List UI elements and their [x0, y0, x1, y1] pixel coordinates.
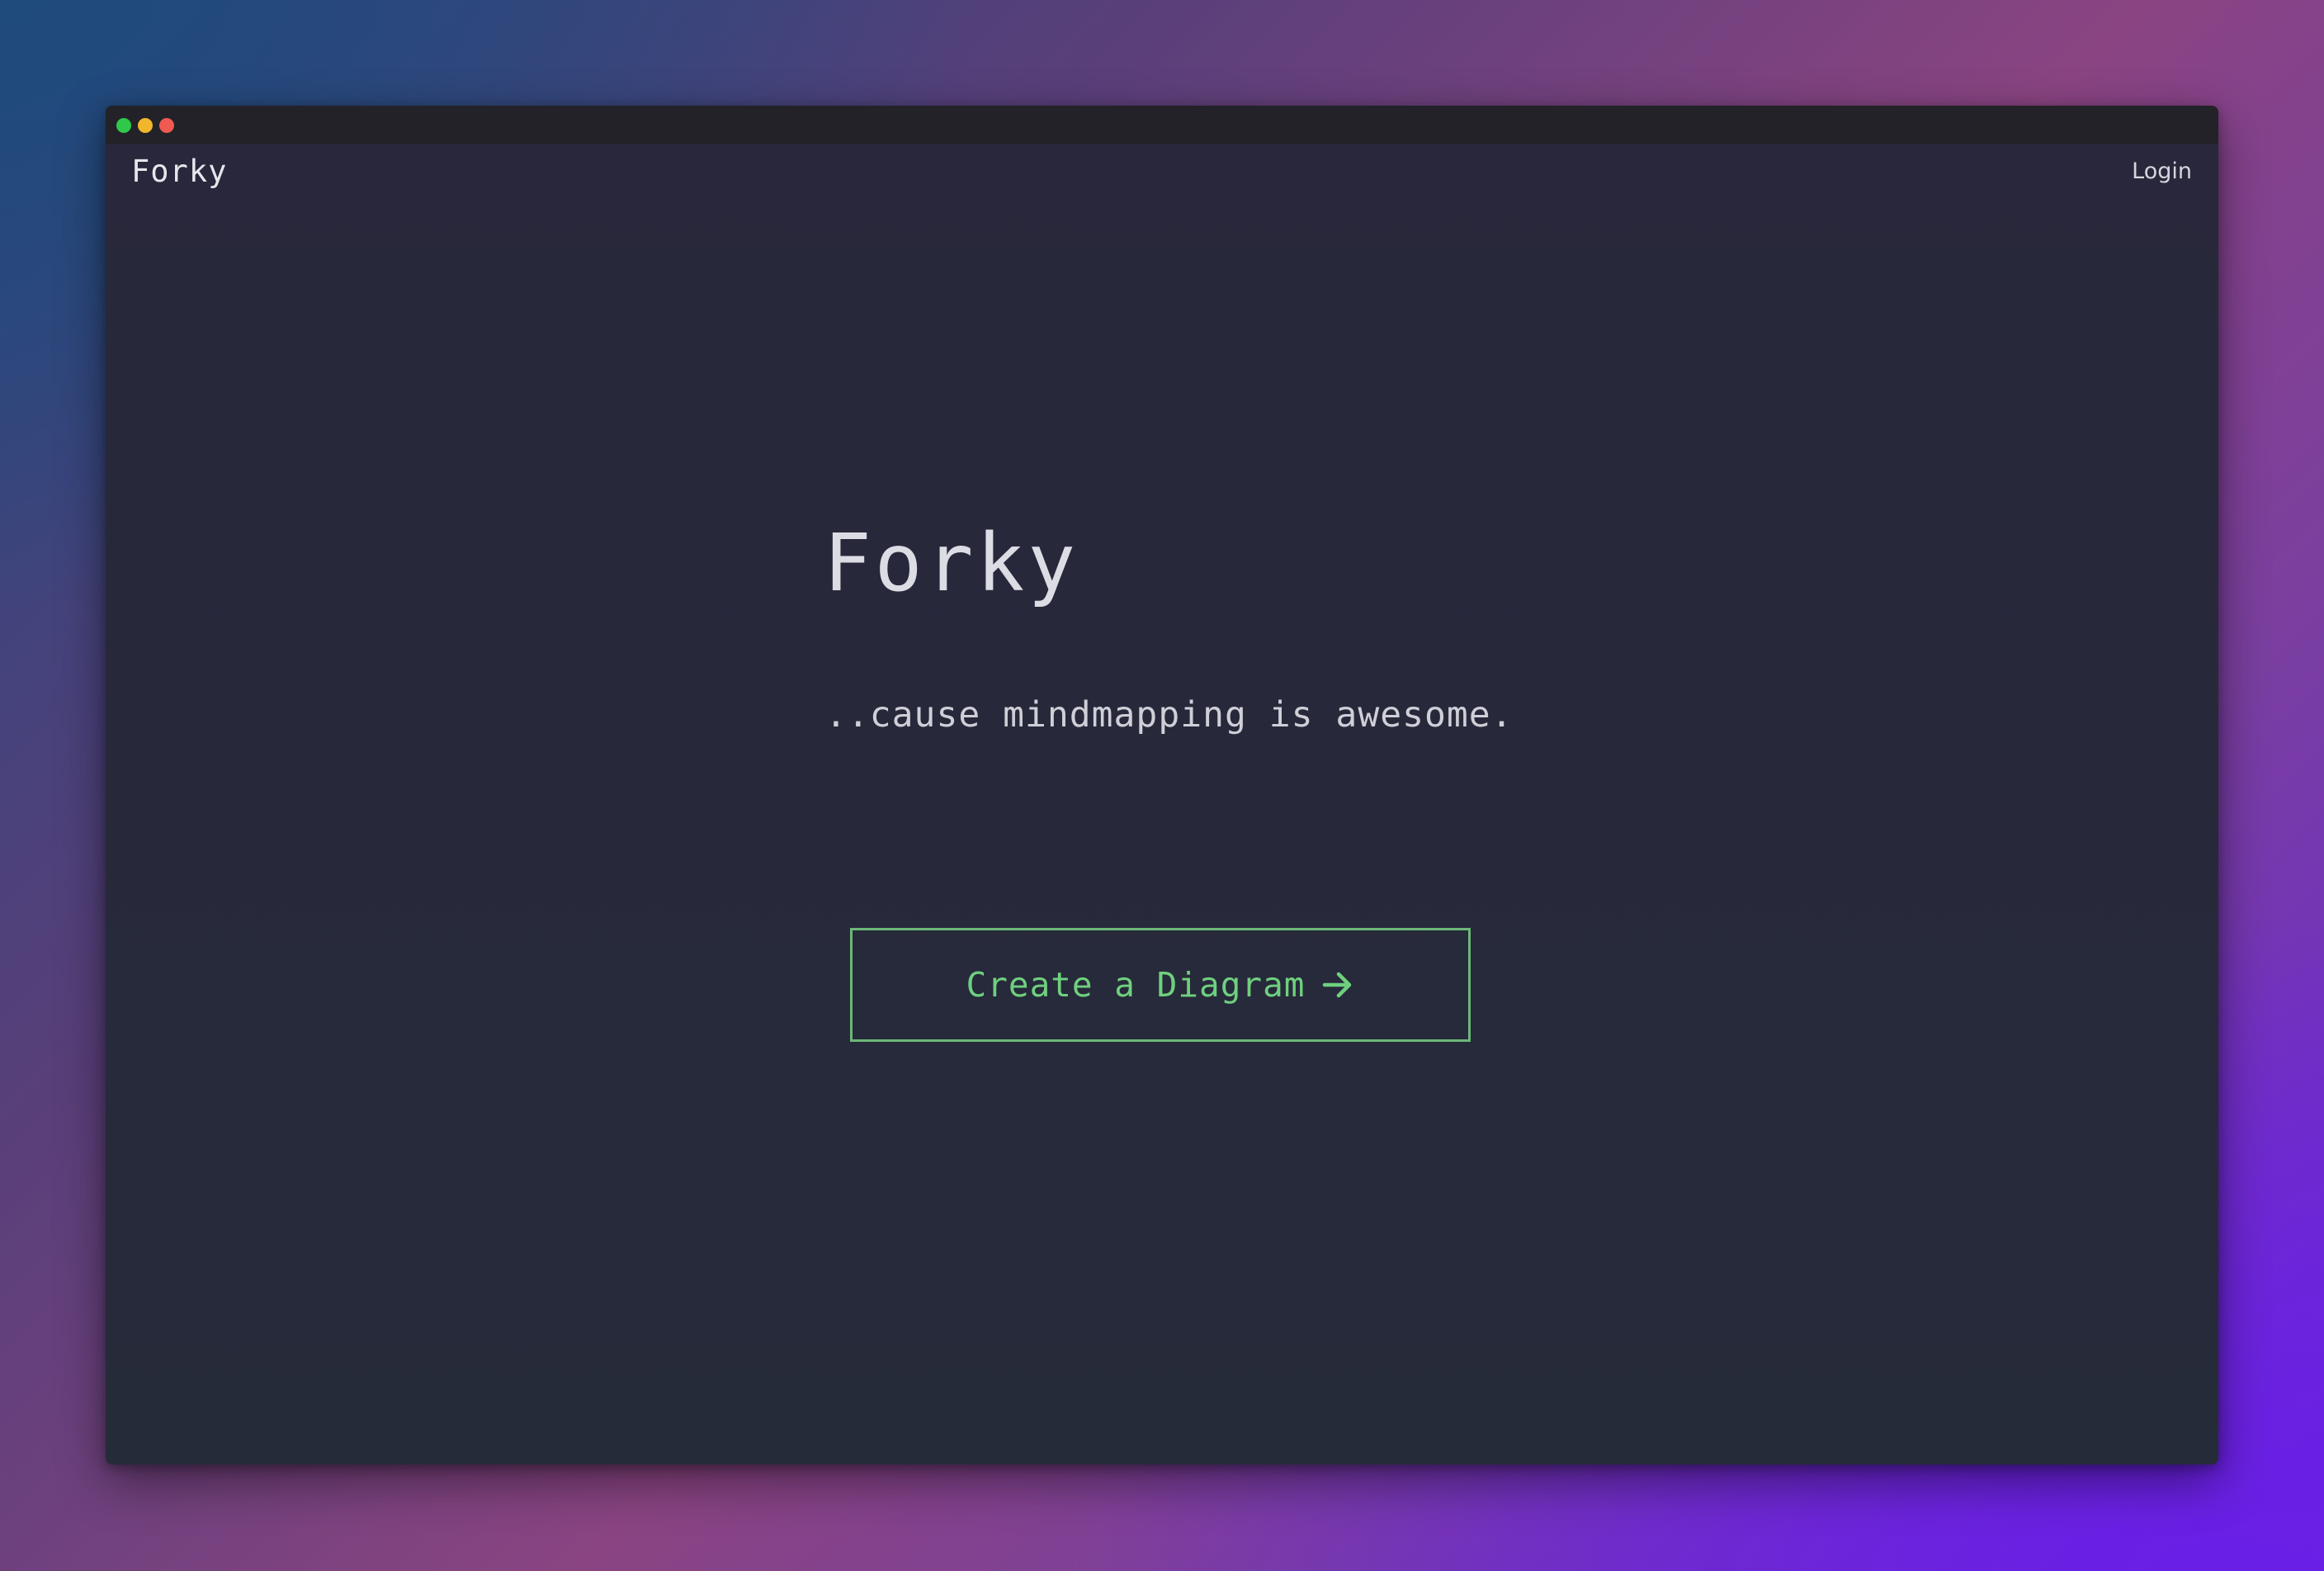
window-control-green[interactable]	[116, 118, 131, 133]
window-control-red[interactable]	[159, 118, 174, 133]
window-control-yellow[interactable]	[138, 118, 153, 133]
create-diagram-button[interactable]: Create a Diagram	[850, 928, 1471, 1042]
browser-window: Forky Login Forky ..cause mindmapping is…	[106, 106, 2218, 1465]
hero-subtitle: ..cause mindmapping is awesome.	[825, 694, 1514, 736]
arrow-right-icon	[1323, 972, 1352, 998]
window-titlebar	[106, 106, 2218, 144]
hero-title: Forky	[824, 517, 1079, 609]
top-navbar: Forky Login	[106, 144, 2218, 211]
brand-logo[interactable]: Forky	[131, 154, 227, 189]
login-link[interactable]: Login	[2132, 159, 2192, 184]
create-diagram-label: Create a Diagram	[966, 965, 1306, 1005]
